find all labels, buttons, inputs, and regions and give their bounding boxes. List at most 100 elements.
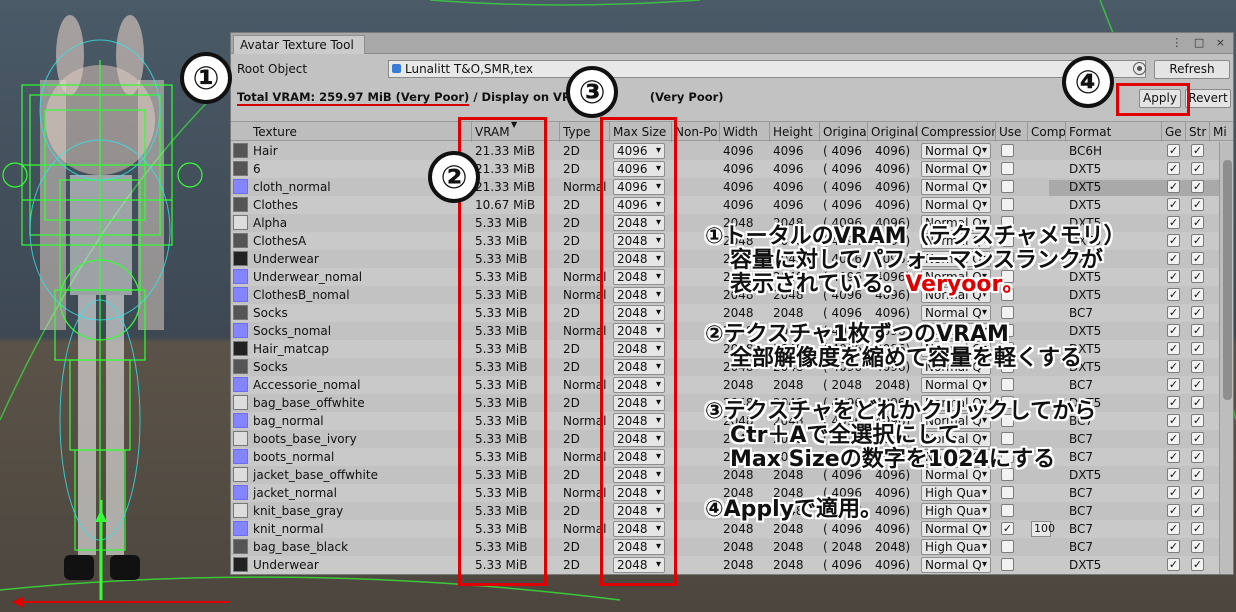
table-scrollbar[interactable] (1219, 142, 1233, 574)
column-header[interactable]: Texture (253, 125, 471, 139)
use-crunch-checkbox[interactable] (1001, 180, 1014, 193)
compression-dropdown[interactable]: High Qua (921, 485, 991, 501)
compression-dropdown[interactable]: Normal Q (921, 305, 991, 321)
streaming-mipmaps-checkbox[interactable]: ✓ (1191, 198, 1204, 211)
streaming-mipmaps-checkbox[interactable]: ✓ (1191, 288, 1204, 301)
texture-name[interactable]: Hair (253, 144, 278, 158)
use-crunch-checkbox[interactable] (1001, 540, 1014, 553)
streaming-mipmaps-checkbox[interactable]: ✓ (1191, 342, 1204, 355)
streaming-mipmaps-checkbox[interactable]: ✓ (1191, 234, 1204, 247)
window-menu-icon[interactable]: ⋮ (1171, 36, 1186, 49)
column-separator[interactable] (1209, 122, 1210, 142)
streaming-mipmaps-checkbox[interactable]: ✓ (1191, 468, 1204, 481)
window-close-icon[interactable]: × (1216, 36, 1229, 49)
generate-mipmaps-checkbox[interactable]: ✓ (1167, 306, 1180, 319)
streaming-mipmaps-checkbox[interactable]: ✓ (1191, 558, 1204, 571)
column-header[interactable]: Format (1069, 125, 1161, 139)
streaming-mipmaps-checkbox[interactable]: ✓ (1191, 432, 1204, 445)
texture-name[interactable]: bag_base_black (253, 540, 348, 554)
use-crunch-checkbox[interactable] (1001, 198, 1014, 211)
generate-mipmaps-checkbox[interactable]: ✓ (1167, 288, 1180, 301)
generate-mipmaps-checkbox[interactable]: ✓ (1167, 324, 1180, 337)
column-separator[interactable] (769, 122, 770, 142)
use-crunch-checkbox[interactable]: ✓ (1001, 522, 1014, 535)
texture-name[interactable]: Clothes (253, 198, 298, 212)
streaming-mipmaps-checkbox[interactable]: ✓ (1191, 396, 1204, 409)
generate-mipmaps-checkbox[interactable]: ✓ (1167, 252, 1180, 265)
generate-mipmaps-checkbox[interactable]: ✓ (1167, 468, 1180, 481)
texture-name[interactable]: Socks (253, 360, 288, 374)
window-tab[interactable]: Avatar Texture Tool (233, 35, 365, 54)
texture-name[interactable]: 6 (253, 162, 261, 176)
generate-mipmaps-checkbox[interactable]: ✓ (1167, 360, 1180, 373)
generate-mipmaps-checkbox[interactable]: ✓ (1167, 216, 1180, 229)
texture-name[interactable]: Hair_matcap (253, 342, 329, 356)
streaming-mipmaps-checkbox[interactable]: ✓ (1191, 450, 1204, 463)
streaming-mipmaps-checkbox[interactable]: ✓ (1191, 486, 1204, 499)
use-crunch-checkbox[interactable] (1001, 306, 1014, 319)
column-separator[interactable] (719, 122, 720, 142)
use-crunch-checkbox[interactable] (1001, 144, 1014, 157)
texture-name[interactable]: Socks_nomal (253, 324, 331, 338)
column-separator[interactable] (1027, 122, 1028, 142)
texture-name[interactable]: knit_base_gray (253, 504, 343, 518)
compression-dropdown[interactable]: Normal Q (921, 179, 991, 195)
generate-mipmaps-checkbox[interactable]: ✓ (1167, 486, 1180, 499)
refresh-button[interactable]: Refresh (1154, 60, 1230, 79)
texture-name[interactable]: boots_normal (253, 450, 334, 464)
column-header[interactable]: Mi (1213, 125, 1231, 139)
object-picker-icon[interactable] (1133, 62, 1146, 75)
column-separator[interactable] (917, 122, 918, 142)
use-crunch-checkbox[interactable] (1001, 486, 1014, 499)
column-separator[interactable] (867, 122, 868, 142)
use-crunch-checkbox[interactable] (1001, 558, 1014, 571)
texture-name[interactable]: Socks (253, 306, 288, 320)
table-row[interactable]: Socks5.33 MiB2D204820482048( 40964096)No… (231, 304, 1219, 322)
table-row[interactable]: Hair21.33 MiB2D409640964096( 40964096)No… (231, 142, 1219, 160)
streaming-mipmaps-checkbox[interactable]: ✓ (1191, 504, 1204, 517)
streaming-mipmaps-checkbox[interactable]: ✓ (1191, 306, 1204, 319)
streaming-mipmaps-checkbox[interactable]: ✓ (1191, 378, 1204, 391)
table-row[interactable]: Accessorie_nomal5.33 MiBNormal2048204820… (231, 376, 1219, 394)
window-maximize-icon[interactable]: □ (1194, 36, 1208, 49)
compression-dropdown[interactable]: High Qua (921, 503, 991, 519)
table-row[interactable]: 621.33 MiB2D409640964096( 40964096)Norma… (231, 160, 1219, 178)
compression-dropdown[interactable]: Normal Q (921, 521, 991, 537)
streaming-mipmaps-checkbox[interactable]: ✓ (1191, 540, 1204, 553)
table-row[interactable]: knit_normal5.33 MiBNormal204820482048( 4… (231, 520, 1219, 538)
compression-dropdown[interactable]: Normal Q (921, 197, 991, 213)
texture-name[interactable]: Underwear (253, 252, 319, 266)
column-separator[interactable] (819, 122, 820, 142)
column-separator[interactable] (1065, 122, 1066, 142)
compression-dropdown[interactable]: Normal Q (921, 377, 991, 393)
table-row[interactable]: Underwear5.33 MiB2D204820482048( 4096409… (231, 556, 1219, 574)
texture-name[interactable]: jacket_base_offwhite (253, 468, 378, 482)
scrollbar-thumb[interactable] (1223, 160, 1232, 400)
column-header[interactable]: Height (773, 125, 819, 139)
generate-mipmaps-checkbox[interactable]: ✓ (1167, 378, 1180, 391)
compression-dropdown[interactable]: High Qua (921, 539, 991, 555)
streaming-mipmaps-checkbox[interactable]: ✓ (1191, 324, 1204, 337)
streaming-mipmaps-checkbox[interactable]: ✓ (1191, 360, 1204, 373)
streaming-mipmaps-checkbox[interactable]: ✓ (1191, 162, 1204, 175)
column-header[interactable]: Ge (1165, 125, 1185, 139)
generate-mipmaps-checkbox[interactable]: ✓ (1167, 180, 1180, 193)
generate-mipmaps-checkbox[interactable]: ✓ (1167, 144, 1180, 157)
texture-name[interactable]: Accessorie_nomal (253, 378, 360, 392)
streaming-mipmaps-checkbox[interactable]: ✓ (1191, 180, 1204, 193)
streaming-mipmaps-checkbox[interactable]: ✓ (1191, 270, 1204, 283)
generate-mipmaps-checkbox[interactable]: ✓ (1167, 522, 1180, 535)
generate-mipmaps-checkbox[interactable]: ✓ (1167, 234, 1180, 247)
texture-name[interactable]: ClothesB_nomal (253, 288, 350, 302)
streaming-mipmaps-checkbox[interactable]: ✓ (1191, 414, 1204, 427)
texture-name[interactable]: boots_base_ivory (253, 432, 357, 446)
column-header[interactable]: Compression (921, 125, 995, 139)
column-header[interactable]: Original (823, 125, 867, 139)
revert-button[interactable]: Revert (1185, 89, 1231, 108)
column-header[interactable]: Str (1189, 125, 1209, 139)
streaming-mipmaps-checkbox[interactable]: ✓ (1191, 216, 1204, 229)
generate-mipmaps-checkbox[interactable]: ✓ (1167, 414, 1180, 427)
use-crunch-checkbox[interactable] (1001, 504, 1014, 517)
column-separator[interactable] (1185, 122, 1186, 142)
root-object-field[interactable]: Lunalitt T&O,SMR,tex (388, 60, 1146, 78)
